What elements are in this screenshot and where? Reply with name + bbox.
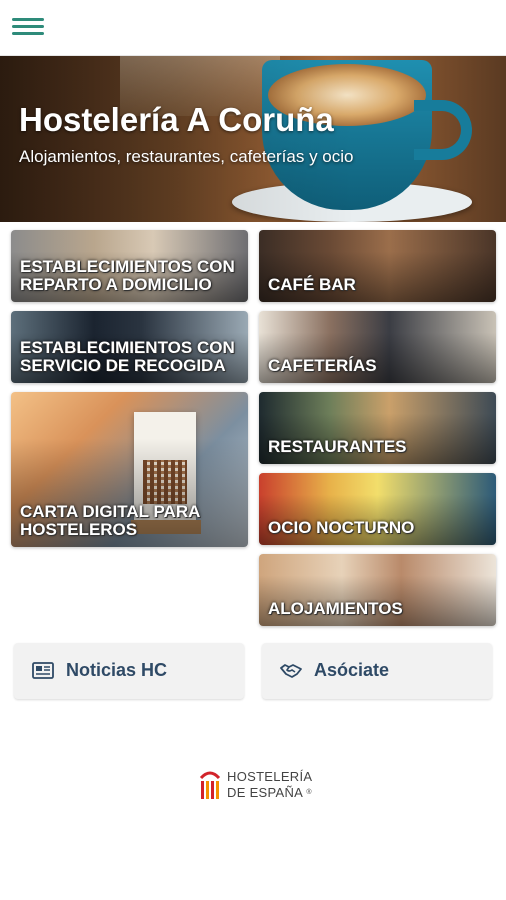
handshake-icon [280, 664, 302, 678]
tile-ocio-nocturno[interactable]: OCIO NOCTURNO [259, 473, 496, 545]
hero-subtitle: Alojamientos, restaurantes, cafeterías y… [19, 147, 354, 166]
tile-reparto-domicilio[interactable]: ESTABLECIMIENTOS CON REPARTO A DOMICILIO [11, 230, 248, 302]
top-app-bar [0, 0, 506, 56]
registered-mark: ® [306, 789, 312, 796]
tile-servicio-recogida[interactable]: ESTABLECIMIENTOS CON SERVICIO DE RECOGID… [11, 311, 248, 383]
asociate-button[interactable]: Asóciate [262, 643, 492, 699]
tile-label: ALOJAMIENTOS [268, 599, 403, 618]
newspaper-icon [32, 662, 54, 679]
tile-label: ESTABLECIMIENTOS CON REPARTO A DOMICILIO [20, 257, 235, 294]
hamburger-icon[interactable] [12, 14, 44, 42]
hero-banner: Hostelería A Coruña Alojamientos, restau… [0, 56, 506, 222]
hero-title: Hostelería A Coruña [19, 101, 334, 138]
tile-label: CAFETERÍAS [268, 356, 377, 375]
noticias-label: Noticias HC [66, 660, 168, 680]
tile-cafeterias[interactable]: CAFETERÍAS [259, 311, 496, 383]
tile-alojamientos[interactable]: ALOJAMIENTOS [259, 554, 496, 626]
tile-label: ESTABLECIMIENTOS CON SERVICIO DE RECOGID… [20, 338, 235, 375]
hosteleria-logo-icon [199, 771, 221, 799]
tile-restaurantes[interactable]: RESTAURANTES [259, 392, 496, 464]
hosteleria-espana-logo: HOSTELERÍA DE ESPAÑA ® [199, 766, 319, 806]
tile-label: RESTAURANTES [268, 437, 407, 456]
tile-cafe-bar[interactable]: CAFÉ BAR [259, 230, 496, 302]
logo-line-2: DE ESPAÑA [227, 785, 303, 800]
tile-carta-digital[interactable]: CARTA DIGITAL PARA HOSTELEROS [11, 392, 248, 547]
logo-line-1: HOSTELERÍA [227, 769, 313, 784]
tile-label: CARTA DIGITAL PARA HOSTELEROS [20, 502, 200, 539]
noticias-button[interactable]: Noticias HC [14, 643, 244, 699]
asociate-label: Asóciate [314, 660, 390, 680]
tile-label: OCIO NOCTURNO [268, 518, 415, 537]
tile-label: CAFÉ BAR [268, 275, 356, 294]
